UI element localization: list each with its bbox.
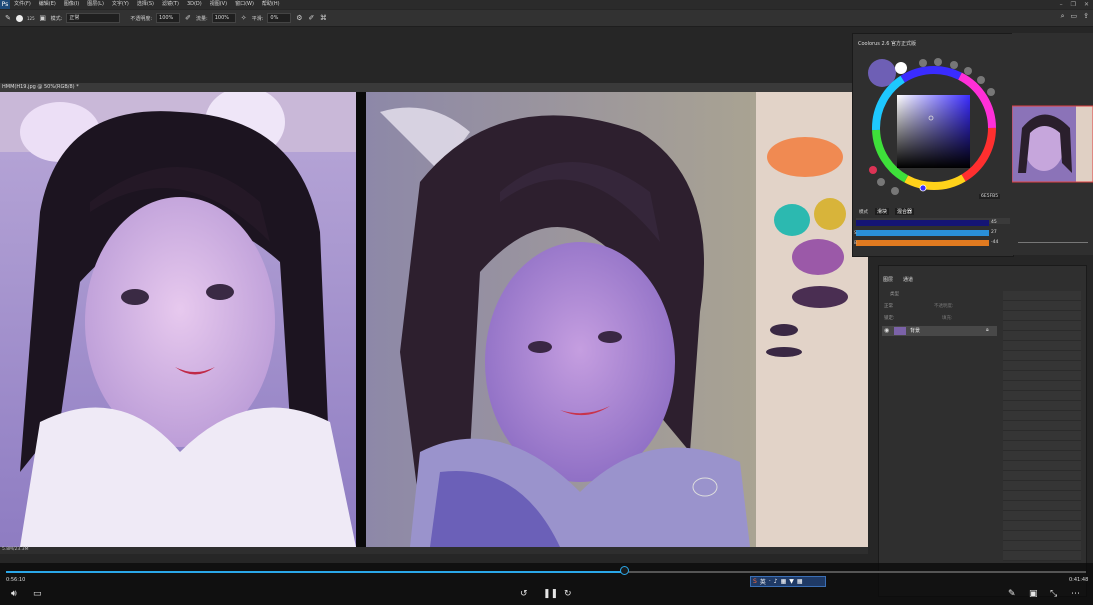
ime-language[interactable]: 英 [760,577,766,586]
symmetry-icon[interactable]: ⌘ [319,14,327,22]
visibility-eye-icon[interactable]: ◉ [884,327,889,334]
options-bar: ✎ 125 ▣ 模式: 正常 不透明度: 100% ✐ 流量: 100% ✧ 平… [0,10,1093,27]
hex-value[interactable]: 6E5FB5 [979,194,1001,199]
blend-mode-select[interactable]: 正常 [884,303,893,309]
forward-icon[interactable]: ↻ [564,589,572,599]
mode-label: 模式: [50,15,63,22]
edit-icon[interactable]: ✎ [1008,589,1016,599]
document-title: HMM(H19.jpg @ 50%(RGB/8) * [2,84,79,90]
progress-knob[interactable] [619,566,629,575]
opacity-label: 不透明度: [130,15,153,22]
reference-photo [0,92,356,547]
window-controls: – ❐ ✕ [1060,0,1089,9]
app-logo-icon[interactable]: Ps [0,0,10,9]
slider-value-1[interactable]: 45 [991,220,997,225]
menu-layer[interactable]: 图层(L) [83,0,108,9]
menu-image[interactable]: 图像(I) [60,0,83,9]
brush-preset-icon[interactable] [16,14,23,22]
menu-3d[interactable]: 3D(D) [183,0,206,9]
layers-empty-area [1003,291,1081,561]
color-wheel-graphic[interactable] [853,34,1013,256]
mode-select[interactable]: 正常 [66,13,121,23]
restore-icon[interactable]: ❐ [1071,0,1076,9]
ime-menu-icon[interactable]: ▦ [797,578,803,585]
tab-mixer[interactable]: 混合器 [895,208,915,215]
menu-type[interactable]: 文字(Y) [108,0,133,9]
brush-size: 125 [27,15,35,21]
layer-kind-filter[interactable]: 类型 [890,291,899,297]
close-icon[interactable]: ✕ [1084,0,1089,9]
painting [366,92,756,547]
menu-file[interactable]: 文件(F) [10,0,35,9]
menu-view[interactable]: 视图(V) [206,0,231,9]
minimize-icon[interactable]: – [1060,0,1063,9]
options-right: ⌕ ▭ ⇪ [1061,12,1089,21]
airbrush-icon[interactable]: ✧ [240,14,248,22]
artwork-canvas[interactable] [0,92,868,547]
lock-icon: 🔒︎ [986,327,989,333]
menu-help[interactable]: 帮助(H) [258,0,284,9]
flow-label: 流量: [196,15,208,22]
tab-layers[interactable]: 图层 [883,276,893,283]
navigator-thumbnail[interactable] [1011,33,1093,255]
lock-label: 锁定: [884,316,895,321]
layer-thumbnail [894,327,906,335]
total-time: 0:41:48 [1069,577,1089,583]
document-status: 5.8M/23.3M [2,547,29,552]
menu-select[interactable]: 选择(S) [133,0,158,9]
share-icon[interactable]: ⇪ [1083,12,1089,21]
microphone-icon[interactable]: ♪ [774,578,778,585]
volume-icon[interactable]: 🔊︎ [11,589,17,599]
slider-label-3: B [854,240,857,245]
pressure-opacity-icon[interactable]: ✐ [184,14,192,22]
ime-toolbar[interactable]: S 英 · ♪ ▦ ▼ ▦ [750,576,826,587]
menu-filter[interactable]: 滤镜(T) [158,0,183,9]
more-icon[interactable]: ⋯ [1071,589,1080,599]
workspace-icon[interactable]: ▭ [1071,12,1078,21]
keyboard-icon[interactable]: ▦ [781,578,787,585]
brush-tool-icon[interactable]: ✎ [4,14,12,22]
layer-opacity-label: 不透明度: [934,304,954,309]
layer-name[interactable]: 背景 [910,327,920,334]
tab-channels[interactable]: 通道 [903,276,913,283]
layer-row[interactable]: ◉ 背景 🔒︎ [882,326,997,336]
search-icon[interactable]: ⌕ [1061,12,1065,21]
opacity-field[interactable]: 100% [156,13,181,23]
fill-label: 填充: [942,316,953,321]
picture-in-picture-icon[interactable]: ▣ [1029,589,1038,599]
current-time: 0:56:10 [6,577,26,583]
layers-panel: 图层 通道 类型 正常 不透明度: 锁定: 填充: ◉ 背景 🔒︎ [878,265,1087,597]
smooth-field[interactable]: 0% [267,13,292,23]
color-mode-label: 模式 [859,210,868,215]
menu-bar: Ps 文件(F) 编辑(E) 图像(I) 图层(L) 文字(Y) 选择(S) 滤… [0,0,1093,9]
progress-fill [6,571,624,573]
subtitles-icon[interactable]: ▭ [33,589,42,599]
slider-value-3[interactable]: -44 [991,240,998,245]
flow-field[interactable]: 100% [211,13,236,23]
smooth-settings-icon[interactable]: ⚙ [295,14,303,22]
rewind-icon[interactable]: ↺ [520,589,528,599]
menu-window[interactable]: 窗口(W) [231,0,258,9]
document-tab[interactable]: HMM(H19.jpg @ 50%(RGB/8) * [0,83,852,92]
ime-punct-icon[interactable]: · [769,578,771,585]
smooth-label: 平滑: [251,15,264,22]
slider-label-2: S [854,230,857,235]
pause-icon[interactable]: ❚❚ [543,589,558,599]
brush-panel-icon[interactable]: ▣ [39,14,47,22]
status-bar: 5.8M/23.3M [0,547,868,554]
ime-skin-icon[interactable]: ▼ [789,578,794,585]
canvas-area[interactable] [0,92,868,547]
navigator-panel [1011,33,1093,255]
tab-sliders[interactable]: 滑块 [875,208,890,215]
menu-edit[interactable]: 编辑(E) [35,0,60,9]
pressure-size-icon[interactable]: ✐ [307,14,315,22]
ime-logo-icon: S [753,578,757,585]
fullscreen-exit-icon[interactable]: ⤡ [1050,589,1057,599]
color-wheel-panel: Coolorus 2.6 官方正式版 6E5FB5 模式 滑块 混合器 45 S… [852,33,1014,257]
slider-value-2[interactable]: 27 [991,230,997,235]
